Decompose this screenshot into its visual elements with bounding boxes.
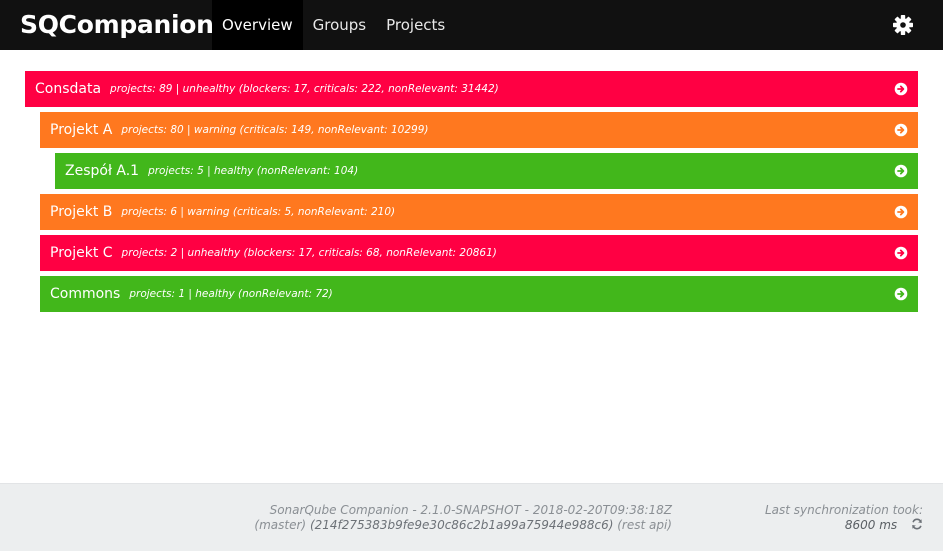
- group-summary: projects: 5 | healthy (nonRelevant: 104): [148, 165, 359, 177]
- arrow-circle-right-icon[interactable]: [894, 287, 908, 301]
- commit-hash: (214f275383b9fe9e30c86c2b1a99a75944e988c…: [309, 518, 614, 532]
- group-name: Commons: [50, 286, 121, 302]
- group-summary: projects: 89 | unhealthy (blockers: 17, …: [110, 83, 499, 95]
- group-row-zespol-a1[interactable]: Zespół A.1 projects: 5 | healthy (nonRel…: [55, 153, 918, 189]
- group-name: Consdata: [35, 81, 102, 97]
- group-summary: projects: 6 | warning (criticals: 5, non…: [121, 206, 396, 218]
- api-label: (rest api): [617, 518, 672, 532]
- brand-logo[interactable]: SQCompanion: [0, 0, 214, 50]
- group-name: Zespół A.1: [65, 163, 140, 179]
- main-nav: Overview Groups Projects: [212, 0, 455, 50]
- branch-label: (master): [254, 518, 307, 532]
- group-row-projekt-c[interactable]: Projekt C projects: 2 | unhealthy (block…: [40, 235, 918, 271]
- sync-info: Last synchronization took: 8600 ms: [765, 503, 923, 533]
- group-name: Projekt C: [50, 245, 113, 261]
- group-name: Projekt B: [50, 204, 113, 220]
- group-name: Projekt A: [50, 122, 113, 138]
- navbar: SQCompanion Overview Groups Projects: [0, 0, 943, 50]
- nav-overview[interactable]: Overview: [212, 0, 303, 50]
- group-row-consdata[interactable]: Consdata projects: 89 | unhealthy (block…: [25, 71, 918, 107]
- arrow-circle-right-icon[interactable]: [894, 123, 908, 137]
- group-row-commons[interactable]: Commons projects: 1 | healthy (nonReleva…: [40, 276, 918, 312]
- gear-icon[interactable]: [893, 15, 913, 35]
- nav-projects[interactable]: Projects: [376, 0, 455, 50]
- arrow-circle-right-icon[interactable]: [894, 164, 908, 178]
- group-summary: projects: 1 | healthy (nonRelevant: 72): [129, 288, 333, 300]
- group-row-projekt-b[interactable]: Projekt B projects: 6 | warning (critica…: [40, 194, 918, 230]
- sync-label: Last synchronization took:: [764, 503, 923, 517]
- group-summary: projects: 80 | warning (criticals: 149, …: [121, 124, 429, 136]
- refresh-icon[interactable]: [911, 518, 923, 530]
- arrow-circle-right-icon[interactable]: [894, 82, 908, 96]
- version-info: SonarQube Companion - 2.1.0-SNAPSHOT - 2…: [254, 503, 672, 533]
- nav-groups[interactable]: Groups: [303, 0, 376, 50]
- footer: SonarQube Companion - 2.1.0-SNAPSHOT - 2…: [0, 483, 943, 551]
- group-summary: projects: 2 | unhealthy (blockers: 17, c…: [121, 247, 497, 259]
- group-row-projekt-a[interactable]: Projekt A projects: 80 | warning (critic…: [40, 112, 918, 148]
- version-line: SonarQube Companion - 2.1.0-SNAPSHOT - 2…: [269, 503, 672, 517]
- arrow-circle-right-icon[interactable]: [894, 246, 908, 260]
- arrow-circle-right-icon[interactable]: [894, 205, 908, 219]
- build-info: (master) (214f275383b9fe9e30c86c2b1a99a7…: [254, 518, 672, 533]
- sync-duration: 8600 ms: [844, 518, 898, 532]
